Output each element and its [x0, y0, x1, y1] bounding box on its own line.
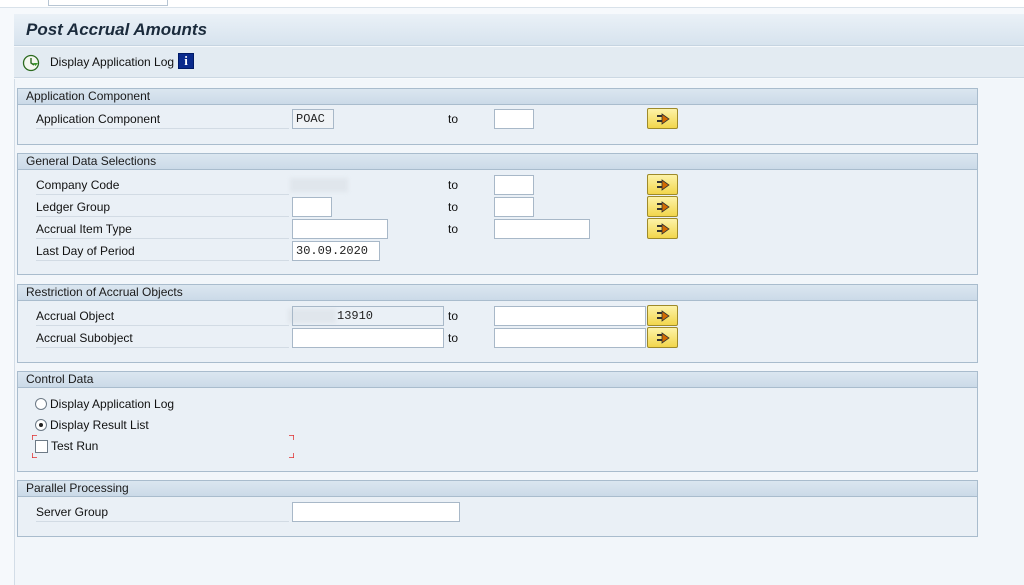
ledger-group-high-input[interactable]: [494, 197, 534, 217]
group-title: General Data Selections: [18, 154, 977, 170]
focus-marker: [289, 435, 294, 440]
execute-clock-icon[interactable]: [22, 54, 40, 72]
company-code-high-input[interactable]: [494, 175, 534, 195]
group-general-data-selections: General Data Selections Company Code to …: [17, 153, 978, 275]
arrow-right-icon: [657, 179, 670, 191]
selection-screen: Application Component Application Compon…: [14, 79, 1024, 585]
command-strip: [0, 0, 1024, 8]
focus-marker: [289, 453, 294, 458]
display-application-log-radio[interactable]: [35, 398, 47, 410]
multiple-selection-button[interactable]: [647, 196, 678, 217]
field-label: Last Day of Period: [36, 241, 289, 261]
arrow-right-icon: [657, 332, 670, 344]
focus-marker: [32, 453, 37, 458]
field-label: Server Group: [36, 502, 289, 522]
command-field[interactable]: [48, 0, 168, 6]
company-code-low-input[interactable]: [290, 178, 348, 192]
arrow-right-icon: [657, 223, 670, 235]
group-parallel-processing: Parallel Processing Server Group: [17, 480, 978, 537]
to-label: to: [448, 309, 459, 323]
application-component-low-input[interactable]: POAC: [292, 109, 334, 129]
to-label: to: [448, 200, 459, 214]
server-group-input[interactable]: [292, 502, 460, 522]
accrual-object-high-input[interactable]: [494, 306, 646, 326]
arrow-right-icon: [657, 113, 670, 125]
group-restriction-accrual-objects: Restriction of Accrual Objects Accrual O…: [17, 284, 978, 363]
display-application-log-button[interactable]: Display Application Log: [50, 55, 174, 69]
accrual-subobject-low-input[interactable]: [292, 328, 444, 348]
accrual-object-low-input[interactable]: 13910: [292, 306, 444, 326]
accrual-subobject-high-input[interactable]: [494, 328, 646, 348]
group-title: Control Data: [18, 372, 977, 388]
accrual-item-type-low-input[interactable]: [292, 219, 388, 239]
multiple-selection-button[interactable]: [647, 305, 678, 326]
group-title: Application Component: [18, 89, 977, 105]
to-label: to: [448, 331, 459, 345]
to-label: to: [448, 178, 459, 192]
field-label: Accrual Item Type: [36, 219, 289, 239]
application-component-high-input[interactable]: [494, 109, 534, 129]
field-label: Ledger Group: [36, 197, 289, 217]
to-label: to: [448, 112, 459, 126]
field-label: Application Component: [36, 109, 289, 129]
arrow-right-icon: [657, 201, 670, 213]
radio-label: Display Result List: [50, 418, 149, 432]
test-run-checkbox[interactable]: [35, 440, 48, 453]
title-bar: Post Accrual Amounts: [14, 14, 1024, 46]
last-day-of-period-input[interactable]: 30.09.2020: [292, 241, 380, 261]
page-title: Post Accrual Amounts: [26, 20, 208, 39]
arrow-right-icon: [657, 310, 670, 322]
field-label: Accrual Subobject: [36, 328, 289, 348]
accrual-item-type-high-input[interactable]: [494, 219, 590, 239]
field-label: Accrual Object: [36, 306, 289, 326]
radio-label: Display Application Log: [50, 397, 175, 411]
multiple-selection-button[interactable]: [647, 108, 678, 129]
to-label: to: [448, 222, 459, 236]
group-title: Parallel Processing: [18, 481, 977, 497]
multiple-selection-button[interactable]: [647, 218, 678, 239]
display-result-list-radio[interactable]: [35, 419, 47, 431]
checkbox-label: Test Run: [51, 439, 99, 453]
ledger-group-low-input[interactable]: [292, 197, 332, 217]
group-control-data: Control Data Display Application Log Dis…: [17, 371, 978, 472]
multiple-selection-button[interactable]: [647, 174, 678, 195]
application-toolbar: Display Application Log i: [14, 47, 1024, 78]
multiple-selection-button[interactable]: [647, 327, 678, 348]
group-application-component: Application Component Application Compon…: [17, 88, 978, 145]
info-icon[interactable]: i: [178, 53, 194, 69]
field-label: Company Code: [36, 175, 289, 195]
group-title: Restriction of Accrual Objects: [18, 285, 977, 301]
